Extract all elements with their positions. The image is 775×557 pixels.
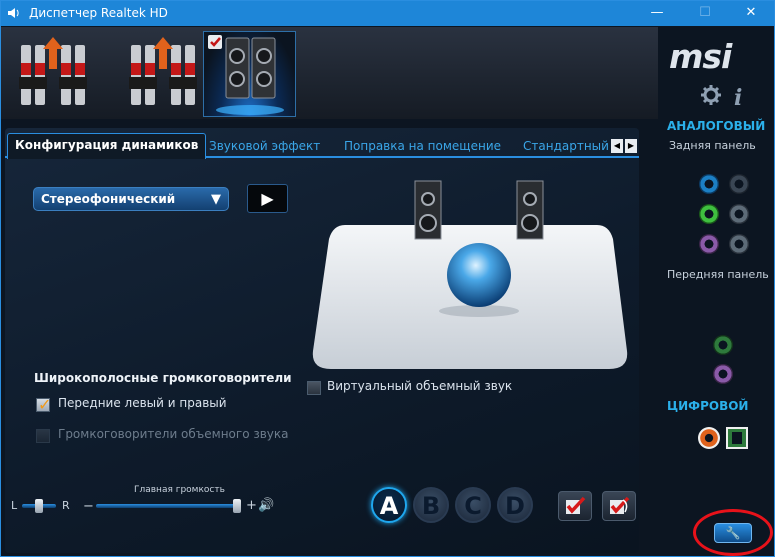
left-speaker-icon[interactable] (414, 180, 442, 240)
tab-default-format[interactable]: Стандартный ф (523, 139, 609, 153)
front-lr-checkbox[interactable]: ✓ (36, 395, 52, 414)
optical-port-icon[interactable] (726, 427, 748, 449)
digital-heading: ЦИФРОВОЙ (667, 399, 749, 413)
surround-speakers-checkbox[interactable] (36, 429, 50, 443)
balance-slider-thumb[interactable] (35, 499, 43, 513)
master-volume-label: Главная громкость (134, 485, 225, 495)
right-speaker-icon[interactable] (516, 180, 544, 240)
speaker-config-select[interactable]: Стереофонический ▼ (33, 187, 229, 211)
tab-room-correction[interactable]: Поправка на помещение (344, 139, 501, 153)
balance-right-label: R (62, 499, 70, 512)
tab-sound-effect[interactable]: Звуковой эффект (209, 139, 320, 153)
right-sidebar (658, 27, 774, 556)
speaker-config-value: Стереофонический (41, 192, 176, 206)
play-test-button[interactable]: ▶ (247, 184, 288, 213)
info-icon[interactable]: i (734, 85, 742, 111)
chevron-down-icon: ▼ (211, 192, 221, 207)
speaker-stage (312, 180, 628, 369)
check-reset-icon (610, 496, 630, 514)
rear-panel-label: Задняя панель (669, 139, 756, 152)
line-out-port-icon[interactable] (699, 204, 719, 224)
minimize-button[interactable]: — (634, 1, 680, 26)
listener-sphere (447, 243, 511, 307)
speakers-device-tile[interactable] (203, 31, 296, 117)
profile-d-button[interactable]: D (497, 487, 533, 523)
fullrange-heading: Широкополосные громкоговорители (34, 371, 292, 385)
port-icon[interactable] (729, 234, 749, 254)
speakers-icon (208, 35, 284, 115)
master-volume-slider[interactable] (96, 504, 240, 508)
highlight-circle (693, 509, 773, 556)
front-lr-label: Передние левый и правый (58, 396, 227, 410)
device-strip (1, 27, 658, 119)
front-headphone-port-icon[interactable] (713, 335, 733, 355)
front-mic-port-icon[interactable] (713, 364, 733, 384)
check-save-icon (566, 496, 586, 514)
speaker-volume-icon[interactable]: 🔊 (258, 498, 274, 513)
gear-icon[interactable] (701, 85, 721, 105)
port-icon[interactable] (729, 204, 749, 224)
brand-logo: msi (669, 37, 732, 76)
analog-heading: АНАЛОГОВЫЙ (667, 119, 766, 133)
tab-scroll-right-button[interactable]: ▶ (625, 139, 637, 153)
reset-profile-button[interactable] (602, 491, 636, 521)
profile-c-button[interactable]: C (455, 487, 491, 523)
window-title: Диспетчер Realtek HD (29, 6, 168, 20)
master-volume-thumb[interactable] (233, 499, 241, 513)
volume-down-button[interactable]: − (83, 499, 94, 514)
save-profile-button[interactable] (558, 491, 592, 521)
mic-port-icon[interactable] (699, 234, 719, 254)
volume-up-button[interactable]: + (246, 498, 257, 513)
tab-speaker-config[interactable]: Конфигурация динамиков (7, 133, 207, 159)
virtual-surround-checkbox[interactable] (307, 381, 321, 395)
rca-connector-icon[interactable] (13, 27, 93, 119)
profile-a-button[interactable]: A (371, 487, 407, 523)
surround-speakers-label: Громкоговорители объемного звука (58, 427, 289, 441)
checkmark-icon: ✓ (38, 395, 52, 414)
speaker-app-icon (8, 8, 19, 18)
line-in-port-icon[interactable] (699, 174, 719, 194)
balance-left-label: L (11, 499, 18, 512)
tab-scroll-left-button[interactable]: ◀ (611, 139, 623, 153)
port-icon[interactable] (729, 174, 749, 194)
rca-connector-icon[interactable] (123, 27, 203, 119)
title-bar: Диспетчер Realtek HD — ☐ ✕ (1, 1, 774, 26)
maximize-button[interactable]: ☐ (682, 1, 728, 26)
coaxial-port-icon[interactable] (698, 427, 720, 449)
profile-b-button[interactable]: B (413, 487, 449, 523)
front-panel-label: Передняя панель (667, 268, 769, 281)
close-button[interactable]: ✕ (728, 1, 774, 26)
realtek-window: Диспетчер Realtek HD — ☐ ✕ msi i АНАЛОГО… (0, 0, 775, 557)
virtual-surround-label: Виртуальный объемный звук (327, 379, 513, 393)
